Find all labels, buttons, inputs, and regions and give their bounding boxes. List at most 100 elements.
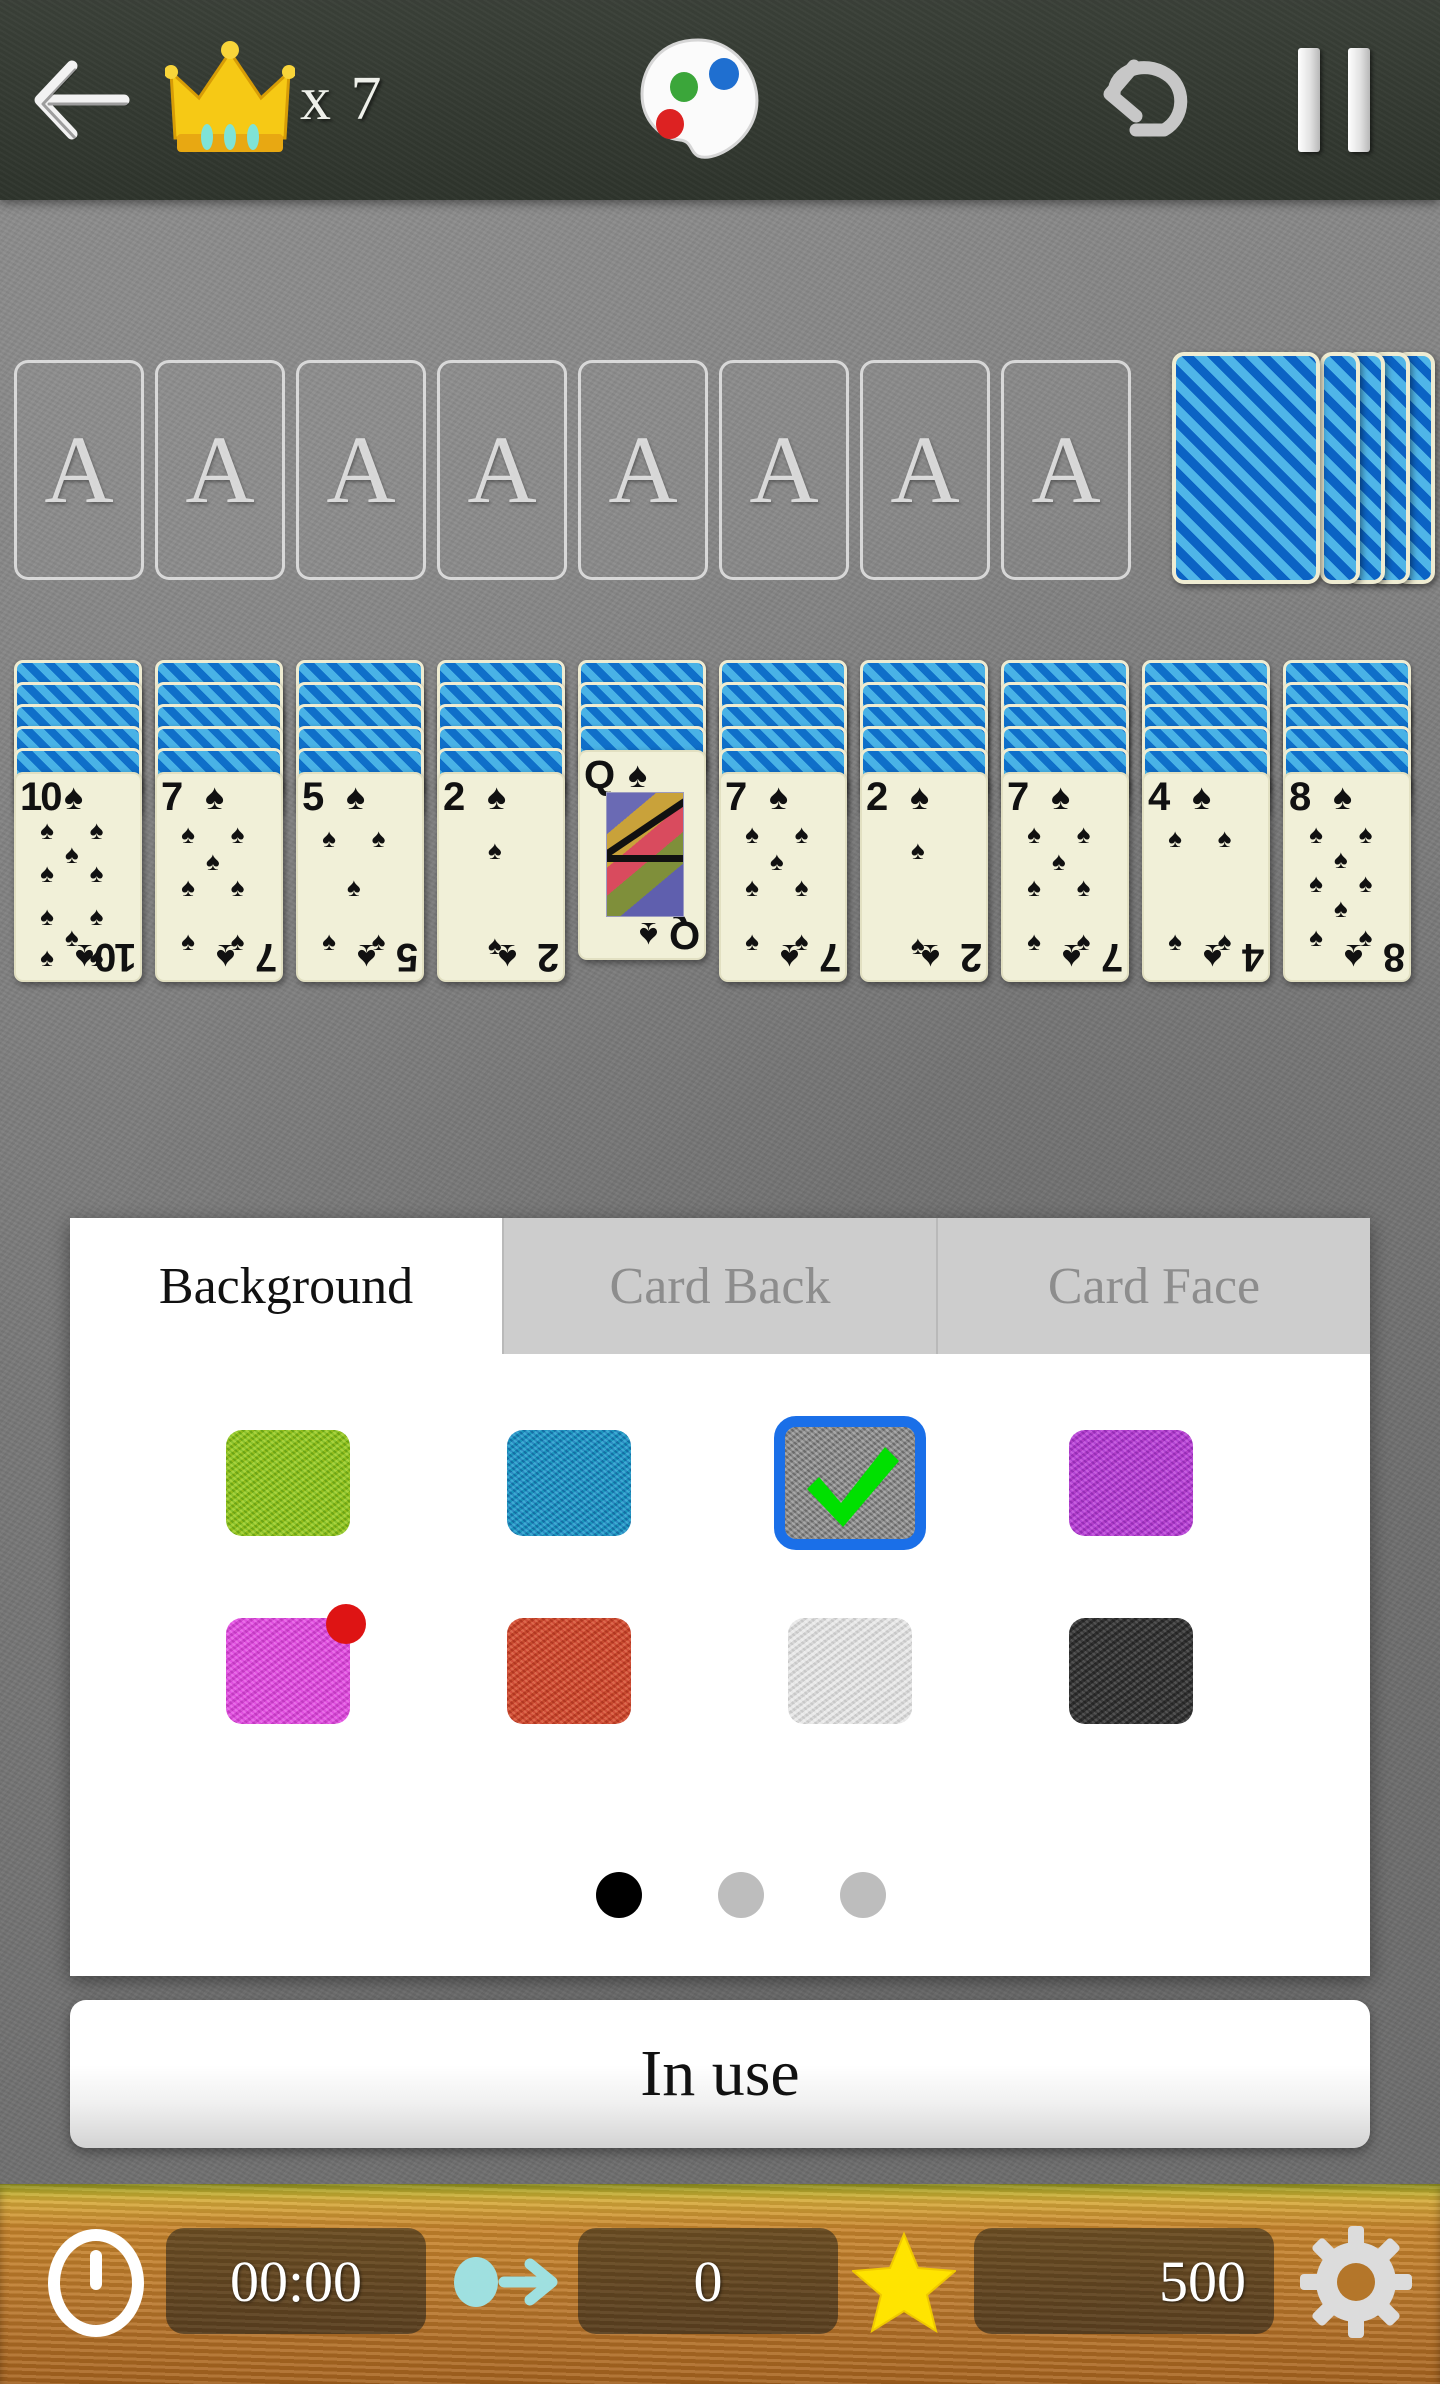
faceup-card-2-spades[interactable]: 2 ♠ 2 ♠ ♠ ♠: [860, 772, 988, 982]
faceup-card-7-spades[interactable]: 7 ♠ 7 ♠ ♠ ♠ ♠ ♠ ♠ ♠ ♠: [155, 772, 283, 982]
card-rank-bottom: 8: [1384, 935, 1405, 979]
card-pip: ♠: [1168, 925, 1182, 956]
swatch-blue[interactable]: [507, 1430, 631, 1536]
faceup-card-8-spades[interactable]: 8 ♠ 8 ♠ ♠ ♠ ♠ ♠ ♠ ♠ ♠ ♠: [1283, 772, 1411, 982]
card-pip: ♠: [230, 818, 245, 849]
card-pip: ♠: [65, 921, 79, 952]
tab-card-back[interactable]: Card Back: [504, 1218, 938, 1354]
back-arrow-icon[interactable]: [24, 48, 134, 152]
card-pip: ♠: [770, 845, 784, 876]
card-pip: ♠: [181, 872, 195, 903]
card-pip: ♠: [1076, 872, 1091, 903]
card-pip: ♠: [371, 822, 386, 853]
gear-icon[interactable]: [1300, 2226, 1412, 2338]
card-rank-bottom: Q: [670, 913, 700, 957]
card-rank-bottom: 2: [538, 935, 559, 979]
card-pip: ♠: [230, 925, 245, 956]
faceup-card-2-spades[interactable]: 2 ♠ 2 ♠ ♠ ♠: [437, 772, 565, 982]
new-badge-dot: [326, 1604, 366, 1644]
foundation-ace-label: A: [326, 416, 396, 523]
timer-pill: 00:00: [166, 2228, 426, 2334]
card-pip: ♠: [1358, 868, 1373, 899]
card-pip: ♠: [1217, 925, 1232, 956]
swatch-green[interactable]: [226, 1430, 350, 1536]
pause-bar-right: [1348, 48, 1370, 152]
card-pip: ♠: [371, 925, 386, 956]
moves-arrow-icon: [452, 2246, 562, 2318]
faceup-card-7-spades[interactable]: 7 ♠ 7 ♠ ♠ ♠ ♠ ♠ ♠ ♠ ♠: [1001, 772, 1129, 982]
card-pip: ♠: [181, 925, 195, 956]
card-suit-top: ♠: [628, 754, 648, 795]
in-use-button[interactable]: In use: [70, 2000, 1370, 2148]
card-pip: ♠: [65, 839, 79, 870]
top-bar: x 7: [0, 0, 1440, 200]
stock-pile[interactable]: [1172, 352, 1435, 584]
foundation-ace-label: A: [890, 416, 960, 523]
tab-background[interactable]: Background: [70, 1218, 504, 1354]
card-pip: ♠: [230, 872, 245, 903]
card-suit-bottom: ♠: [638, 915, 658, 956]
card-pip: ♠: [1358, 818, 1373, 849]
card-pip: ♠: [89, 857, 104, 888]
foundation-slot-8[interactable]: A: [1001, 360, 1131, 580]
tableau-area: 10 ♠ 10 ♠ ♠ ♠ ♠ ♠ ♠ ♠ ♠ ♠ ♠ ♠ 7 ♠ 7 ♠ ♠ ♠ ♠ ♠ ♠ ♠ ♠ 5 ♠ 5 ♠ ♠ ♠ ♠ ♠ ♠ 2 ♠ 2 ♠…: [0, 660, 1440, 1010]
swatch-color-tile: [507, 1618, 631, 1724]
swatch-charcoal[interactable]: [1069, 1618, 1193, 1724]
card-pip: ♠: [181, 818, 195, 849]
card-pip: ♠: [347, 872, 361, 903]
card-suit-top: ♠: [346, 776, 366, 817]
card-suit-top: ♠: [1192, 776, 1212, 817]
faceup-card-7-spades[interactable]: 7 ♠ 7 ♠ ♠ ♠ ♠ ♠ ♠ ♠ ♠: [719, 772, 847, 982]
card-pip: ♠: [745, 925, 759, 956]
foundation-slot-4[interactable]: A: [437, 360, 567, 580]
swatch-pink[interactable]: [226, 1604, 366, 1724]
card-pip: ♠: [40, 901, 54, 932]
tab-card-face[interactable]: Card Face: [938, 1218, 1370, 1354]
card-rank-top: 7: [1007, 775, 1029, 819]
tab-label: Card Face: [1047, 1257, 1261, 1315]
card-rank-top: 2: [443, 775, 465, 819]
card-rank-top: 2: [866, 775, 888, 819]
undo-arrow-icon[interactable]: [1090, 50, 1202, 152]
swatch-gray[interactable]: [774, 1416, 926, 1550]
card-suit-top: ♠: [1051, 776, 1071, 817]
foundation-slot-3[interactable]: A: [296, 360, 426, 580]
card-pip: ♠: [1334, 893, 1348, 923]
foundation-slot-5[interactable]: A: [578, 360, 708, 580]
card-suit-top: ♠: [64, 776, 84, 817]
pagination-dot-2[interactable]: [718, 1872, 764, 1918]
card-rank-top: 10: [20, 775, 62, 819]
paint-palette-icon[interactable]: [636, 34, 766, 162]
star-icon: [850, 2230, 958, 2334]
pause-icon[interactable]: [1290, 48, 1380, 152]
swatch-purple[interactable]: [1069, 1430, 1193, 1536]
swatch-red[interactable]: [507, 1618, 631, 1724]
pagination-dot-3[interactable]: [840, 1872, 886, 1918]
foundation-slot-1[interactable]: A: [14, 360, 144, 580]
swatch-color-tile: [788, 1618, 912, 1724]
in-use-label: In use: [640, 2037, 800, 2110]
card-rank-top: 7: [161, 775, 183, 819]
card-pip: ♠: [89, 901, 104, 932]
swatch-white[interactable]: [788, 1618, 912, 1724]
faceup-card-5-spades[interactable]: 5 ♠ 5 ♠ ♠ ♠ ♠ ♠ ♠: [296, 772, 424, 982]
faceup-card-Q-spades[interactable]: Q ♠ Q ♠: [578, 750, 706, 960]
card-pip: ♠: [1052, 845, 1066, 876]
foundation-ace-label: A: [749, 416, 819, 523]
pagination-dot-1[interactable]: [596, 1872, 642, 1918]
card-pip: ♠: [1309, 921, 1323, 952]
foundation-slot-6[interactable]: A: [719, 360, 849, 580]
foundation-ace-label: A: [467, 416, 537, 523]
theme-tabs: Background Card Back Card Face: [70, 1218, 1370, 1354]
swatch-color-tile: [1069, 1430, 1193, 1536]
faceup-card-10-spades[interactable]: 10 ♠ 10 ♠ ♠ ♠ ♠ ♠ ♠ ♠ ♠ ♠ ♠ ♠: [14, 772, 142, 982]
score-value: 500: [1159, 2248, 1246, 2314]
card-pip: ♠: [1309, 868, 1323, 899]
foundation-slot-2[interactable]: A: [155, 360, 285, 580]
swatch-color-tile: [1069, 1618, 1193, 1724]
faceup-card-4-spades[interactable]: 4 ♠ 4 ♠ ♠ ♠ ♠ ♠: [1142, 772, 1270, 982]
card-pip: ♠: [488, 930, 502, 961]
score-pill: 500: [974, 2228, 1274, 2334]
pagination-dots: [0, 1862, 1440, 1952]
foundation-slot-7[interactable]: A: [860, 360, 990, 580]
